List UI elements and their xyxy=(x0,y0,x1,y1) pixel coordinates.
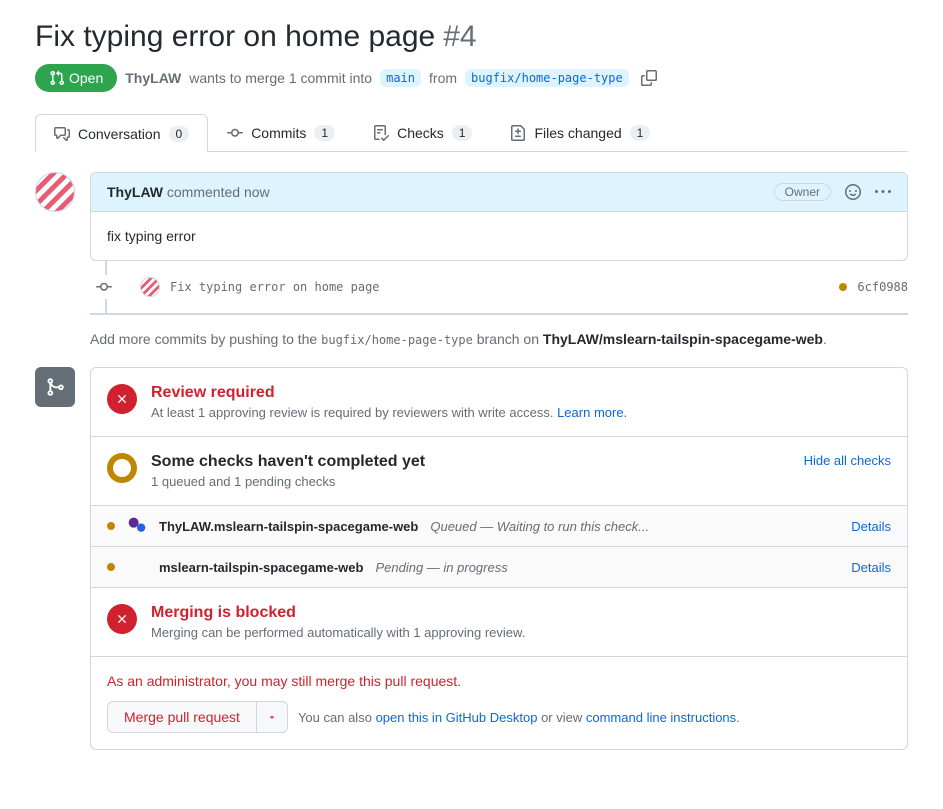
hint-branch: bugfix/home-page-type xyxy=(321,333,473,347)
merge-button-group: Merge pull request xyxy=(107,701,288,733)
state-label: Open xyxy=(69,70,103,86)
admin-text: As an administrator, you may still merge… xyxy=(107,673,891,689)
comment-body: fix typing error xyxy=(91,212,907,260)
git-commit-icon xyxy=(96,279,112,295)
merge-icon-box xyxy=(35,367,75,407)
meta-from: from xyxy=(429,70,457,86)
commit-sha[interactable]: 6cf0988 xyxy=(857,280,908,294)
pr-title-text: Fix typing error on home page xyxy=(35,20,435,54)
comment-header: ThyLAW commented now Owner xyxy=(91,173,907,212)
merge-pr-button[interactable]: Merge pull request xyxy=(107,701,257,733)
tabnav: Conversation 0 Commits 1 Checks 1 Files … xyxy=(35,114,908,152)
check-row: mslearn-tailspin-spacegame-web Pending —… xyxy=(91,547,907,588)
checklist-icon xyxy=(373,125,389,141)
hint-prefix: Add more commits by pushing to the xyxy=(90,331,317,347)
commit-status-dot[interactable] xyxy=(839,283,847,291)
kebab-menu-button[interactable] xyxy=(875,184,891,200)
check-app-icon xyxy=(127,557,147,577)
pr-header: Fix typing error on home page #4 Open Th… xyxy=(35,20,908,92)
hint-repo: ThyLAW/mslearn-tailspin-spacegame-web xyxy=(543,331,823,347)
blocked-title: Merging is blocked xyxy=(151,604,525,622)
commit-badge xyxy=(96,275,112,299)
pr-meta: Open ThyLAW wants to merge 1 commit into… xyxy=(35,64,908,92)
pr-number: #4 xyxy=(443,20,476,54)
tab-label: Checks xyxy=(397,125,444,141)
tab-label: Files changed xyxy=(534,125,621,141)
learn-more-link[interactable]: Learn more. xyxy=(557,405,627,420)
timeline-comment: ThyLAW commented now Owner fix typing er… xyxy=(90,172,908,261)
pr-title: Fix typing error on home page #4 xyxy=(35,20,908,54)
commit-avatar[interactable] xyxy=(140,277,160,297)
triangle-down-icon xyxy=(267,712,277,722)
also-text: You can also open this in GitHub Desktop… xyxy=(298,710,740,725)
tab-files[interactable]: Files changed 1 xyxy=(491,114,669,151)
review-title: Review required xyxy=(151,384,627,402)
hide-checks-link[interactable]: Hide all checks xyxy=(804,453,891,468)
file-diff-icon xyxy=(510,125,526,141)
admin-row: As an administrator, you may still merge… xyxy=(91,657,907,749)
x-icon xyxy=(115,612,129,626)
blocked-desc: Merging can be performed automatically w… xyxy=(151,625,525,640)
push-hint: Add more commits by pushing to the bugfi… xyxy=(90,331,908,347)
kebab-icon xyxy=(875,184,891,200)
pipelines-icon xyxy=(127,516,147,536)
cli-link[interactable]: command line instructions xyxy=(586,710,736,725)
checks-title: Some checks haven't completed yet xyxy=(151,453,425,471)
x-icon xyxy=(115,392,129,406)
copy-icon xyxy=(641,70,657,86)
tab-commits[interactable]: Commits 1 xyxy=(208,114,354,151)
avatar[interactable] xyxy=(35,172,75,212)
checks-desc: 1 queued and 1 pending checks xyxy=(151,474,425,489)
tab-label: Commits xyxy=(251,125,306,141)
open-desktop-link[interactable]: open this in GitHub Desktop xyxy=(376,710,538,725)
blocked-row: Merging is blocked Merging can be perfor… xyxy=(91,588,907,657)
meta-text: wants to merge 1 commit into xyxy=(189,70,372,86)
check-status-dot xyxy=(107,522,115,530)
tab-counter: 1 xyxy=(452,125,473,141)
react-button[interactable] xyxy=(845,184,861,200)
comment-author[interactable]: ThyLAW xyxy=(107,184,163,200)
owner-badge: Owner xyxy=(774,183,831,201)
status-icon-pending xyxy=(107,453,137,483)
state-badge: Open xyxy=(35,64,117,92)
check-row: ThyLAW.mslearn-tailspin-spacegame-web Qu… xyxy=(91,506,907,547)
hint-mid: branch on xyxy=(477,331,539,347)
merge-dropdown-button[interactable] xyxy=(257,701,288,733)
divider xyxy=(90,313,908,315)
check-details-link[interactable]: Details xyxy=(851,560,891,575)
tab-counter: 1 xyxy=(314,125,335,141)
review-desc: At least 1 approving review is required … xyxy=(151,405,627,420)
comment-discussion-icon xyxy=(54,126,70,142)
smiley-icon xyxy=(845,184,861,200)
tab-counter: 0 xyxy=(169,126,190,142)
git-commit-icon xyxy=(227,125,243,141)
check-details-link[interactable]: Details xyxy=(851,519,891,534)
tab-label: Conversation xyxy=(78,126,161,142)
copy-branch-button[interactable] xyxy=(637,66,661,90)
status-icon-error xyxy=(107,604,137,634)
comment-time[interactable]: now xyxy=(244,184,270,200)
check-status: Pending — in progress xyxy=(375,560,507,575)
review-required-row: Review required At least 1 approving rev… xyxy=(91,368,907,437)
head-branch[interactable]: bugfix/home-page-type xyxy=(465,69,629,87)
author-link[interactable]: ThyLAW xyxy=(125,70,181,86)
git-pr-icon xyxy=(49,70,65,86)
check-name[interactable]: mslearn-tailspin-spacegame-web xyxy=(159,560,363,575)
timeline-commit-item: Fix typing error on home page 6cf0988 xyxy=(90,261,908,313)
git-merge-icon xyxy=(45,377,65,397)
check-name[interactable]: ThyLAW.mslearn-tailspin-spacegame-web xyxy=(159,519,418,534)
check-status: Queued — Waiting to run this check... xyxy=(430,519,649,534)
status-icon-error xyxy=(107,384,137,414)
base-branch[interactable]: main xyxy=(380,69,421,87)
tab-counter: 1 xyxy=(630,125,651,141)
checks-header-row: Some checks haven't completed yet 1 queu… xyxy=(91,437,907,506)
tab-checks[interactable]: Checks 1 xyxy=(354,114,491,151)
tab-conversation[interactable]: Conversation 0 xyxy=(35,114,208,152)
commit-message[interactable]: Fix typing error on home page xyxy=(170,280,829,294)
check-app-icon xyxy=(127,516,147,536)
check-status-dot xyxy=(107,563,115,571)
comment-verb: commented xyxy=(167,184,240,200)
merge-box: Review required At least 1 approving rev… xyxy=(90,367,908,750)
